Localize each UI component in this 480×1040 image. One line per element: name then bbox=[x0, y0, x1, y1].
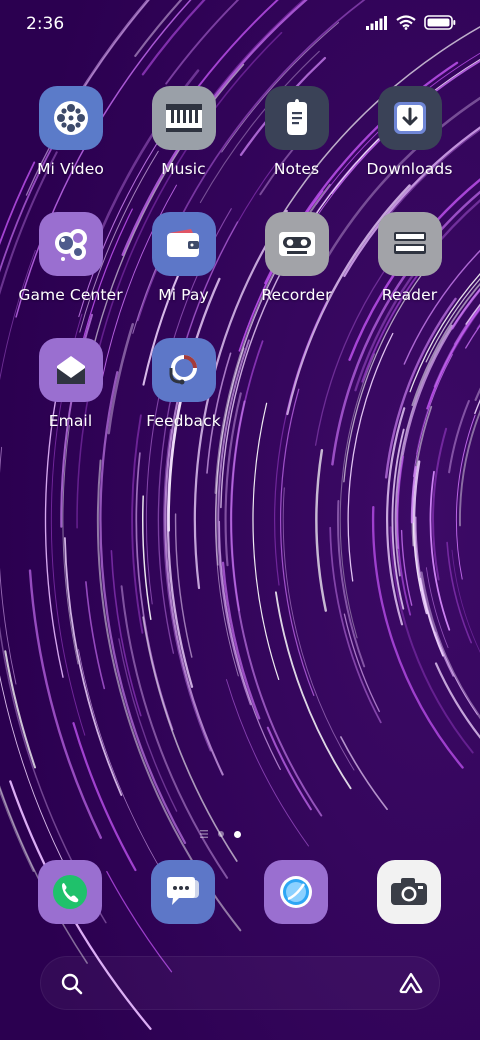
phone-icon bbox=[53, 875, 87, 909]
app-label: Mi Video bbox=[37, 160, 104, 178]
app-downloads[interactable]: Downloads bbox=[353, 86, 466, 178]
app-notes[interactable]: Notes bbox=[240, 86, 353, 178]
app-label: Recorder bbox=[261, 286, 332, 304]
app-icon-mi-pay[interactable] bbox=[151, 212, 216, 276]
status-icons bbox=[366, 15, 456, 30]
cassette-icon bbox=[278, 232, 315, 256]
camera-icon bbox=[391, 878, 427, 905]
assistant-icon[interactable] bbox=[397, 971, 425, 995]
app-icon-reader[interactable] bbox=[377, 212, 442, 276]
app-icon-notes[interactable] bbox=[264, 86, 329, 150]
note-icon bbox=[286, 99, 307, 135]
app-icon-game-center[interactable] bbox=[38, 212, 103, 276]
app-icon-recorder[interactable] bbox=[264, 212, 329, 276]
dock-phone[interactable] bbox=[38, 860, 102, 924]
download-icon bbox=[393, 102, 426, 134]
search-icon[interactable] bbox=[61, 973, 83, 995]
envelope-icon bbox=[56, 356, 85, 384]
search-bar[interactable] bbox=[40, 956, 440, 1010]
bubbles-icon bbox=[54, 229, 87, 261]
app-icon-mi-video[interactable] bbox=[38, 86, 103, 150]
app-recorder[interactable]: Recorder bbox=[240, 212, 353, 304]
app-game-center[interactable]: Game Center bbox=[14, 212, 127, 304]
list-page-icon bbox=[200, 830, 208, 838]
app-mi-video[interactable]: Mi Video bbox=[14, 86, 127, 178]
battery-icon bbox=[424, 15, 456, 30]
app-icon-downloads[interactable] bbox=[377, 86, 442, 150]
app-icon-email[interactable] bbox=[38, 338, 103, 402]
app-reader[interactable]: Reader bbox=[353, 212, 466, 304]
dock-browser[interactable] bbox=[264, 860, 328, 924]
headset-icon bbox=[169, 355, 197, 385]
browser-icon bbox=[280, 876, 312, 908]
app-label: Mi Pay bbox=[158, 286, 209, 304]
app-music[interactable]: Music bbox=[127, 86, 240, 178]
film-reel-icon bbox=[53, 101, 88, 135]
books-icon bbox=[393, 232, 426, 254]
app-label: Downloads bbox=[366, 160, 453, 178]
page-dot-1 bbox=[218, 831, 224, 837]
app-feedback[interactable]: Feedback bbox=[127, 338, 240, 430]
app-mi-pay[interactable]: Mi Pay bbox=[127, 212, 240, 304]
chat-bubble-icon bbox=[167, 877, 199, 905]
wifi-icon bbox=[396, 15, 416, 30]
piano-keys-icon bbox=[165, 104, 202, 132]
status-time: 2:36 bbox=[26, 14, 65, 34]
app-label: Feedback bbox=[146, 412, 221, 430]
app-label: Notes bbox=[273, 160, 320, 178]
app-email[interactable]: Email bbox=[14, 338, 127, 430]
page-dot-2-active bbox=[234, 830, 241, 838]
app-label: Game Center bbox=[18, 286, 123, 304]
app-icon-feedback[interactable] bbox=[151, 338, 216, 402]
dock bbox=[0, 860, 480, 926]
dock-messaging[interactable] bbox=[151, 860, 215, 924]
app-icon-music[interactable] bbox=[151, 86, 216, 150]
dock-camera[interactable] bbox=[377, 860, 441, 924]
page-indicator[interactable] bbox=[200, 830, 241, 838]
wallet-icon bbox=[166, 229, 199, 257]
app-label: Music bbox=[161, 160, 206, 178]
app-label: Reader bbox=[381, 286, 438, 304]
app-label: Email bbox=[48, 412, 93, 430]
status-bar: 2:36 bbox=[0, 0, 480, 50]
signal-icon bbox=[366, 15, 387, 30]
